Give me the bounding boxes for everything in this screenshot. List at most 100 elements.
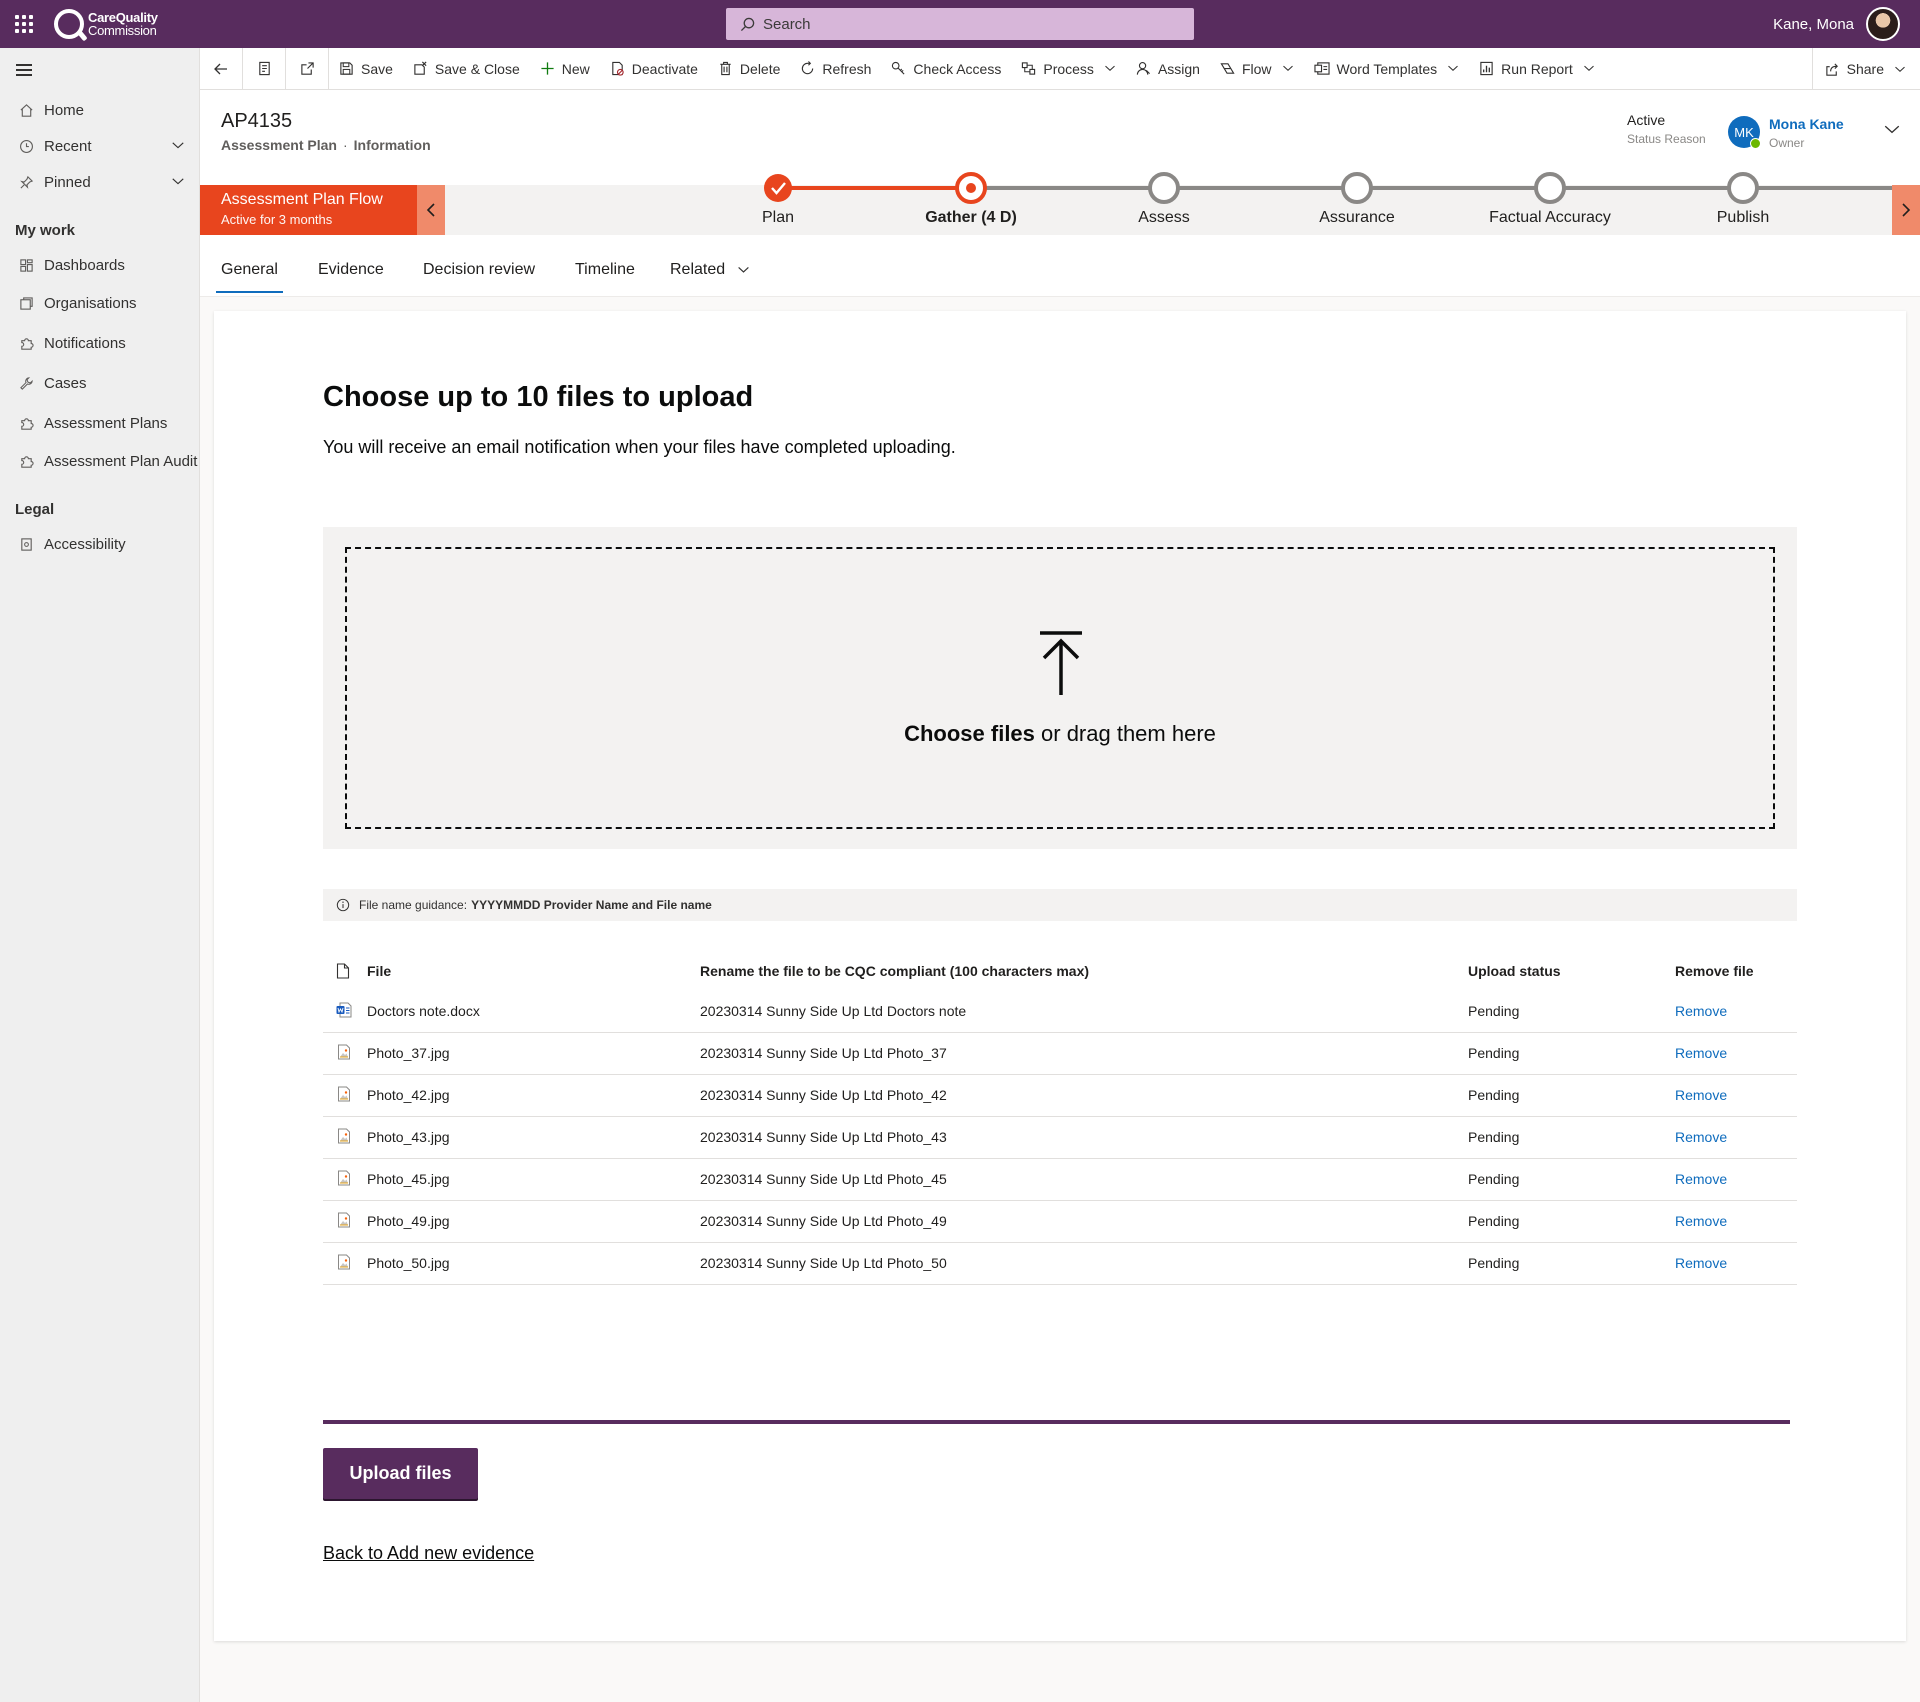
assign-button[interactable]: Assign <box>1126 48 1210 90</box>
back-to-add-evidence-link[interactable]: Back to Add new evidence <box>323 1543 534 1564</box>
run-report-button[interactable]: Run Report <box>1469 48 1605 90</box>
image-file-icon <box>336 1128 352 1147</box>
table-row: Photo_42.jpg 20230314 Sunny Side Up Ltd P… <box>323 1075 1797 1117</box>
remove-file-link[interactable]: Remove <box>1675 1087 1727 1103</box>
flow-button[interactable]: Flow <box>1210 48 1304 90</box>
nav-group-my-work: My work <box>15 222 76 239</box>
choose-files-link[interactable]: Choose files <box>904 721 1035 746</box>
stage-marker[interactable] <box>1534 172 1566 204</box>
sidebar-item-organisations[interactable]: Organisations <box>0 283 199 323</box>
stage-label[interactable]: Factual Accuracy <box>1489 209 1611 227</box>
sidebar-item-notifications[interactable]: Notifications <box>0 323 199 363</box>
app-launcher-icon[interactable] <box>0 0 48 48</box>
pop-out-icon <box>300 62 314 75</box>
file-header-icon <box>336 963 350 982</box>
rename-field[interactable]: 20230314 Sunny Side Up Ltd Photo_37 <box>700 1045 947 1061</box>
stage-marker[interactable] <box>764 174 792 202</box>
file-name: Photo_49.jpg <box>367 1213 450 1229</box>
hamburger-menu-icon[interactable] <box>0 48 199 92</box>
chevron-down-icon[interactable] <box>171 138 185 156</box>
remove-file-link[interactable]: Remove <box>1675 1003 1727 1019</box>
word-templates-button[interactable]: Word Templates <box>1304 48 1470 90</box>
refresh-icon <box>800 61 815 76</box>
tab-related[interactable]: Related <box>670 261 750 279</box>
remove-file-link[interactable]: Remove <box>1675 1129 1727 1145</box>
stage-marker[interactable] <box>1341 172 1373 204</box>
owner-field[interactable]: MK Mona Kane Owner <box>1728 116 1844 150</box>
sidebar-item-accessibility[interactable]: Accessibility <box>0 526 199 562</box>
stage-marker[interactable] <box>955 172 987 204</box>
sidebar-item-assessment-plans[interactable]: Assessment Plans <box>0 403 199 443</box>
stage-next-button[interactable] <box>1892 185 1920 235</box>
header-expand-chevron-icon[interactable] <box>1883 120 1901 142</box>
tab-timeline[interactable]: Timeline <box>575 261 635 279</box>
command-bar: Save Save & Close New Deactivate Delete … <box>200 47 1920 90</box>
save-close-label: Save & Close <box>434 60 520 77</box>
column-header-rename: Rename the file to be CQC compliant (100… <box>700 963 1090 979</box>
stage-label[interactable]: Assess <box>1138 209 1190 227</box>
remove-file-link[interactable]: Remove <box>1675 1045 1727 1061</box>
process-button[interactable]: Process <box>1011 48 1126 90</box>
search-box[interactable]: Search <box>726 8 1194 40</box>
user-menu[interactable]: Kane, Mona <box>1773 0 1900 48</box>
tab-general[interactable]: General <box>216 261 283 293</box>
sidebar-item-cases[interactable]: Cases <box>0 363 199 403</box>
sidebar-item-pinned[interactable]: Pinned <box>0 164 199 200</box>
key-icon <box>891 61 906 76</box>
file-name: Photo_37.jpg <box>367 1045 450 1061</box>
stage-label[interactable]: Gather (4 D) <box>925 209 1017 227</box>
form-selector-button[interactable] <box>243 48 285 90</box>
rename-field[interactable]: 20230314 Sunny Side Up Ltd Photo_45 <box>700 1171 947 1187</box>
stage-label[interactable]: Assurance <box>1319 209 1395 227</box>
rename-field[interactable]: 20230314 Sunny Side Up Ltd Photo_50 <box>700 1255 947 1271</box>
user-avatar[interactable] <box>1866 7 1900 41</box>
owner-name-link[interactable]: Mona Kane <box>1769 116 1844 132</box>
process-flow-title[interactable]: Assessment Plan Flow Active for 3 months <box>200 185 417 235</box>
remove-file-link[interactable]: Remove <box>1675 1213 1727 1229</box>
save-button[interactable]: Save <box>329 48 403 90</box>
stage-label[interactable]: Plan <box>762 209 794 227</box>
rename-field[interactable]: 20230314 Sunny Side Up Ltd Photo_49 <box>700 1213 947 1229</box>
upload-status: Pending <box>1468 1003 1520 1019</box>
check-access-button[interactable]: Check Access <box>881 48 1011 90</box>
rename-field[interactable]: 20230314 Sunny Side Up Ltd Photo_42 <box>700 1087 947 1103</box>
chevron-down-icon <box>1104 61 1116 77</box>
save-and-close-button[interactable]: Save & Close <box>403 48 530 90</box>
stage-marker[interactable] <box>1727 172 1759 204</box>
deactivate-button[interactable]: Deactivate <box>600 48 708 90</box>
sidebar-item-recent[interactable]: Recent <box>0 128 199 164</box>
puzzle-icon <box>18 453 34 469</box>
brand-logo[interactable]: CareQuality Commission <box>54 9 158 39</box>
sidebar-item-dashboards[interactable]: Dashboards <box>0 247 199 283</box>
rename-field[interactable]: 20230314 Sunny Side Up Ltd Doctors note <box>700 1003 966 1019</box>
word-templates-label: Word Templates <box>1336 60 1438 77</box>
remove-file-link[interactable]: Remove <box>1675 1255 1727 1271</box>
chevron-down-icon[interactable] <box>171 174 185 192</box>
stage-previous-button[interactable] <box>417 185 445 235</box>
sidebar-item-label: Organisations <box>44 294 137 312</box>
sidebar-item-assessment-plan-audit[interactable]: Assessment Plan Audit <box>0 443 199 479</box>
new-button[interactable]: New <box>530 48 600 90</box>
table-row: Photo_43.jpg 20230314 Sunny Side Up Ltd P… <box>323 1117 1797 1159</box>
upload-status: Pending <box>1468 1255 1520 1271</box>
tab-decision-review[interactable]: Decision review <box>423 261 535 279</box>
rename-field[interactable]: 20230314 Sunny Side Up Ltd Photo_43 <box>700 1129 947 1145</box>
file-name: Photo_45.jpg <box>367 1171 450 1187</box>
share-label: Share <box>1846 61 1884 77</box>
save-close-icon <box>413 61 428 76</box>
cqc-logo-icon <box>54 9 84 39</box>
file-drop-zone[interactable]: Choose files or drag them here <box>323 527 1797 849</box>
upload-files-button[interactable]: Upload files <box>323 1448 478 1499</box>
form-selector[interactable]: Information <box>354 137 431 153</box>
remove-file-link[interactable]: Remove <box>1675 1171 1727 1187</box>
stage-label[interactable]: Publish <box>1717 209 1769 227</box>
upload-status: Pending <box>1468 1045 1520 1061</box>
open-new-window-button[interactable] <box>286 48 328 90</box>
delete-button[interactable]: Delete <box>708 48 790 90</box>
refresh-button[interactable]: Refresh <box>790 48 881 90</box>
back-button[interactable] <box>200 48 242 90</box>
share-button[interactable]: Share <box>1811 48 1906 90</box>
stage-marker[interactable] <box>1148 172 1180 204</box>
tab-evidence[interactable]: Evidence <box>318 261 384 279</box>
sidebar-item-home[interactable]: Home <box>0 92 199 128</box>
